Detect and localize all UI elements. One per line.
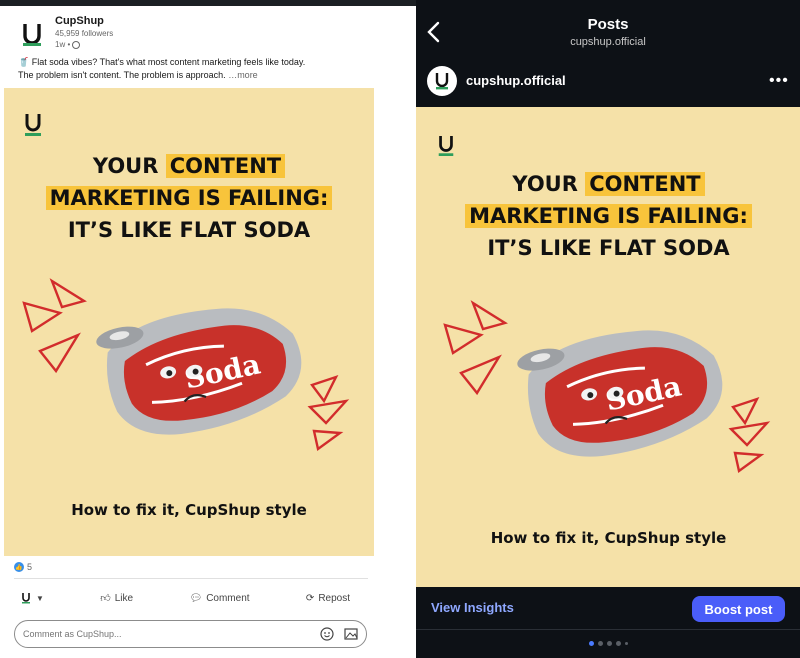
- image-caption: How to fix it, CupShup style: [490, 529, 727, 547]
- comment-input-box[interactable]: [14, 620, 367, 648]
- page-subtitle: cupshup.official: [570, 36, 646, 48]
- linkedin-post-panel: CupShup 45,959 followers 1w • 🥤 Flat sod…: [0, 0, 416, 658]
- headline-line3: IT’S LIKE FLAT SODA: [67, 218, 311, 242]
- view-insights-link[interactable]: View Insights: [431, 600, 514, 615]
- repost-button[interactable]: ⟳ Repost: [306, 593, 350, 604]
- instagram-post-panel: Posts cupshup.official cupshup.official …: [416, 0, 800, 658]
- carousel-dot: [615, 641, 621, 646]
- cupshup-u-logo-icon: [25, 114, 41, 136]
- like-reaction-icon: 👍: [14, 562, 24, 572]
- image-upload-icon[interactable]: [344, 627, 358, 641]
- divider: [14, 578, 368, 579]
- headline: YOUR CONTENT MARKETING IS FAILING: IT’S …: [4, 150, 374, 246]
- headline-highlight-1: CONTENT: [165, 154, 286, 178]
- see-more-link[interactable]: …more: [228, 70, 258, 80]
- company-name[interactable]: CupShup: [55, 15, 104, 27]
- comment-input[interactable]: [23, 629, 310, 639]
- comment-icon: 💬︎: [189, 592, 203, 604]
- avatar[interactable]: [427, 66, 457, 96]
- like-button[interactable]: 👍︎ Like: [100, 592, 134, 605]
- carousel-dot: [624, 642, 628, 645]
- headline: YOUR CONTENT MARKETING IS FAILING: IT’S …: [416, 168, 800, 264]
- post-image[interactable]: YOUR CONTENT MARKETING IS FAILING: IT’S …: [4, 88, 374, 556]
- boost-post-button[interactable]: Boost post: [692, 596, 785, 622]
- globe-icon: [72, 40, 81, 49]
- carousel-dot-active: [588, 641, 594, 646]
- cupshup-u-logo-icon: [438, 136, 454, 156]
- divider: [416, 629, 800, 630]
- carousel-dot: [606, 641, 612, 646]
- reactions-summary[interactable]: 👍 5: [14, 562, 32, 572]
- carousel-indicator: [416, 641, 800, 646]
- follower-count: 45,959 followers: [55, 29, 114, 38]
- reaction-count: 5: [27, 562, 33, 572]
- post-text-line1: Flat soda vibes? That's what most conten…: [31, 57, 306, 67]
- headline-highlight-2: MARKETING IS FAILING:: [465, 204, 752, 228]
- image-caption: How to fix it, CupShup style: [71, 501, 307, 519]
- comment-label: Comment: [206, 592, 250, 604]
- crushed-soda-can-illustration: Soda: [443, 300, 771, 474]
- emoji-icon[interactable]: [320, 627, 334, 641]
- like-label: Like: [114, 592, 134, 604]
- headline-highlight-1: CONTENT: [585, 172, 705, 196]
- post-text-line2: The problem isn't content. The problem i…: [18, 70, 226, 80]
- carousel-dot: [597, 641, 603, 646]
- actor-switcher[interactable]: ▼: [20, 592, 44, 604]
- action-bar: ▼ 👍︎ Like 💬︎ Comment ⟳ Repost: [20, 590, 350, 606]
- page-title: Posts: [587, 16, 629, 33]
- headline-plain: YOUR: [512, 172, 586, 196]
- cupshup-logo-icon[interactable]: [18, 20, 46, 48]
- username[interactable]: cupshup.official: [466, 73, 566, 88]
- repost-icon: ⟳: [305, 592, 315, 604]
- headline-plain: YOUR: [92, 154, 166, 178]
- post-text: 🥤 Flat soda vibes? That's what most cont…: [18, 56, 398, 82]
- post-time: 1w •: [55, 40, 81, 49]
- screenshot-root: CupShup 45,959 followers 1w • 🥤 Flat sod…: [0, 0, 800, 658]
- more-options-icon[interactable]: •••: [769, 72, 789, 90]
- post-time-text: 1w •: [55, 40, 71, 49]
- thumbs-up-icon: 👍︎: [100, 593, 111, 604]
- repost-label: Repost: [318, 592, 350, 604]
- headline-highlight-2: MARKETING IS FAILING:: [45, 186, 333, 210]
- post-image[interactable]: YOUR CONTENT MARKETING IS FAILING: IT’S …: [416, 107, 800, 587]
- comment-button[interactable]: 💬︎ Comment: [189, 593, 249, 604]
- cupshup-logo-small-icon: [22, 593, 30, 604]
- crushed-soda-can-illustration: Soda: [22, 278, 350, 452]
- soda-emoji-icon: 🥤: [18, 57, 30, 67]
- headline-line3: IT’S LIKE FLAT SODA: [487, 236, 730, 260]
- top-strip: [0, 0, 416, 6]
- cupshup-logo-avatar-icon: [435, 73, 449, 90]
- chevron-down-icon: ▼: [36, 593, 44, 603]
